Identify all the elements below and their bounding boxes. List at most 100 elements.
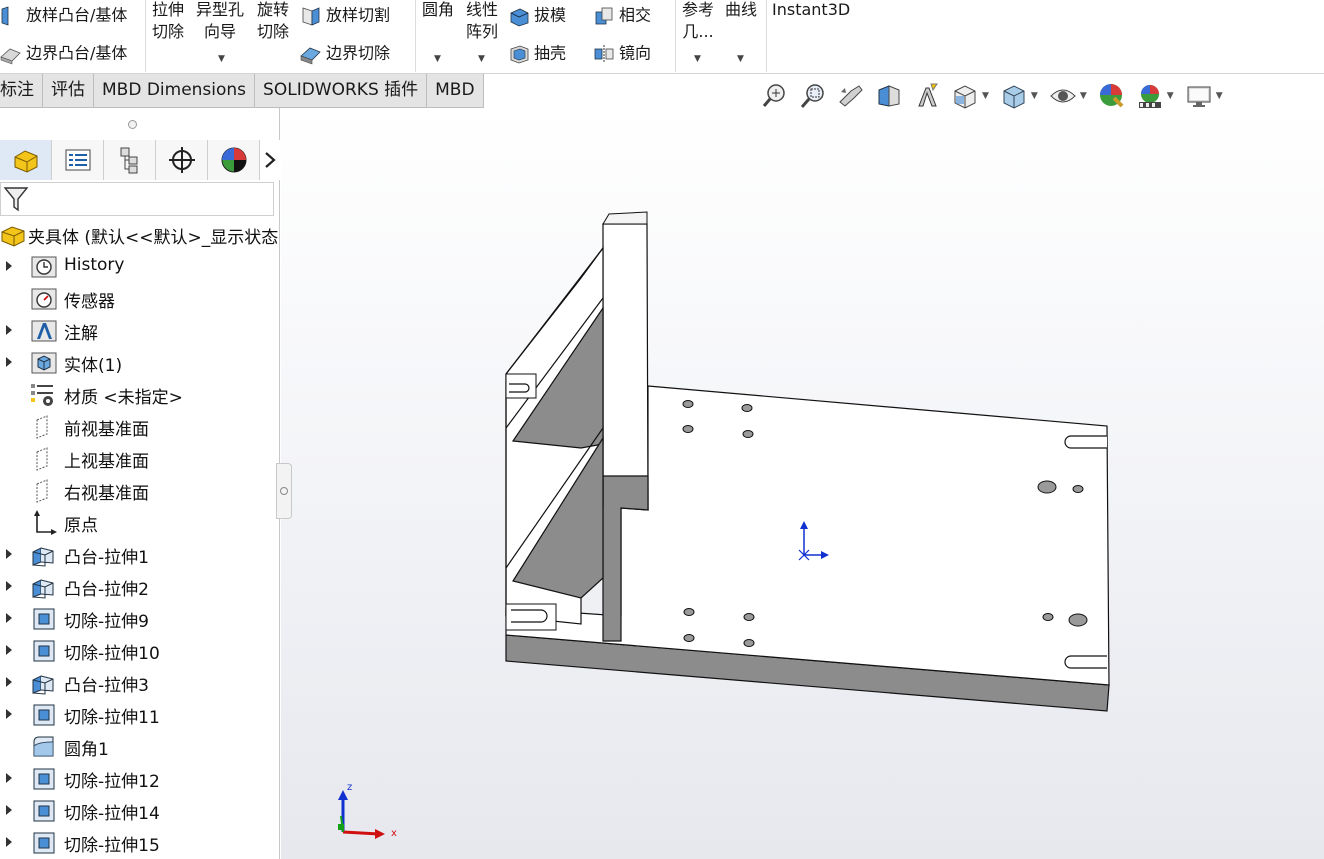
zoom-to-area-button[interactable] — [798, 81, 828, 111]
linear-pattern-dropdown-icon[interactable]: ▼ — [478, 54, 485, 64]
tree-root-part[interactable]: 夹具体 (默认<<默认>_显示状态 — [0, 218, 280, 250]
tree-item[interactable]: 实体(1) — [0, 346, 280, 378]
hole-wizard-label-2: 向导 — [204, 22, 237, 41]
intersect-button[interactable]: 相交 — [593, 5, 651, 27]
extrude-cut-label-1: 拉伸 — [152, 0, 185, 19]
curves-button[interactable]: 曲线 — [725, 0, 757, 20]
expand-arrow-icon[interactable] — [6, 581, 12, 591]
tree-item[interactable]: 前视基准面 — [0, 410, 280, 442]
tree-item[interactable]: 切除-拉伸12 — [0, 762, 280, 794]
expand-arrow-icon[interactable] — [6, 549, 12, 559]
panel-splitter-handle[interactable] — [128, 120, 137, 129]
cut-extrude-icon — [33, 704, 55, 726]
tree-item[interactable]: 传感器 — [0, 282, 280, 314]
tab-solidworks-addins[interactable]: SOLIDWORKS 插件 — [255, 74, 428, 108]
view-orientation-button[interactable] — [950, 81, 980, 111]
reference-geometry-label-1: 参考 — [682, 0, 715, 19]
section-view-button[interactable] — [874, 81, 904, 111]
display-style-dropdown-icon[interactable]: ▼ — [1031, 91, 1038, 101]
tab-displaymanager[interactable] — [208, 140, 260, 180]
tree-item[interactable]: 圆角1 — [0, 730, 280, 762]
tab-propertymanager[interactable] — [52, 140, 104, 180]
tab-featuremanager[interactable] — [0, 140, 52, 180]
apply-scene-button[interactable] — [1135, 81, 1165, 111]
dynamic-annotation-button[interactable] — [912, 81, 942, 111]
reference-geometry-button[interactable]: 参考 几... — [682, 0, 714, 42]
expand-arrow-icon[interactable] — [6, 357, 12, 367]
edit-appearance-button[interactable] — [1097, 81, 1127, 111]
tab-dimxpertmanager[interactable] — [156, 140, 208, 180]
draft-button[interactable]: 拔模 — [508, 5, 566, 27]
configuration-manager-icon — [120, 147, 137, 174]
panel-tabs-more-button[interactable] — [260, 140, 280, 180]
tab-configurationmanager[interactable] — [104, 140, 156, 180]
hole-wizard-button[interactable]: 异型孔 向导 — [196, 0, 244, 42]
boundary-boss-button[interactable]: 边界凸台/基体 — [0, 43, 127, 65]
tree-item[interactable]: 上视基准面 — [0, 442, 280, 474]
display-style-button[interactable] — [999, 81, 1029, 111]
feature-manager-panel: 夹具体 (默认<<默认>_显示状态 History 传感器 注解 实体(1) 材质 <未… — [0, 108, 292, 859]
tree-item[interactable]: 切除-拉伸15 — [0, 826, 280, 858]
boundary-boss-label: 边界凸台/基体 — [26, 43, 128, 63]
shell-button[interactable]: 抽壳 — [508, 43, 566, 65]
expand-arrow-icon[interactable] — [6, 677, 12, 687]
loft-boss-button[interactable]: 放样凸台/基体 — [0, 5, 127, 27]
tree-item[interactable]: 原点 — [0, 506, 280, 538]
fillet-button[interactable]: 圆角 — [422, 0, 454, 20]
expand-arrow-icon[interactable] — [6, 709, 12, 719]
reference-geometry-dropdown-icon[interactable]: ▼ — [694, 54, 701, 64]
expand-arrow-icon[interactable] — [6, 773, 12, 783]
tab-mbd[interactable]: MBD — [427, 74, 484, 108]
graphics-viewport[interactable]: z x — [281, 108, 1324, 859]
tree-item[interactable]: 右视基准面 — [0, 474, 280, 506]
boundary-cut-button[interactable]: 边界切除 — [300, 43, 390, 65]
zoom-to-fit-button[interactable] — [760, 81, 790, 111]
hide-show-dropdown-icon[interactable]: ▼ — [1080, 91, 1087, 101]
curves-dropdown-icon[interactable]: ▼ — [737, 54, 744, 64]
property-manager-icon — [65, 149, 90, 171]
expand-arrow-icon[interactable] — [6, 261, 12, 271]
tree-item[interactable]: 凸台-拉伸2 — [0, 570, 280, 602]
tab-markup[interactable]: 标注 — [0, 74, 43, 108]
linear-pattern-button[interactable]: 线性 阵列 — [466, 0, 498, 42]
plane-icon — [36, 447, 48, 471]
tree-item[interactable]: 凸台-拉伸1 — [0, 538, 280, 570]
view-settings-dropdown-icon[interactable]: ▼ — [1216, 91, 1223, 101]
dynamic-annotation-icon — [918, 83, 938, 107]
feature-filter-bar[interactable] — [0, 182, 274, 216]
mirror-icon — [594, 45, 614, 63]
tree-item[interactable]: History — [0, 250, 280, 282]
mirror-button[interactable]: 镜向 — [593, 43, 651, 65]
previous-view-button[interactable] — [836, 81, 866, 111]
expand-arrow-icon[interactable] — [6, 837, 12, 847]
tree-item[interactable]: 注解 — [0, 314, 280, 346]
tree-item[interactable]: 切除-拉伸9 — [0, 602, 280, 634]
tree-item[interactable]: 材质 <未指定> — [0, 378, 280, 410]
tab-mbd-dimensions[interactable]: MBD Dimensions — [94, 74, 256, 108]
revolve-cut-button[interactable]: 旋转 切除 — [257, 0, 289, 42]
tree-item[interactable]: 切除-拉伸10 — [0, 634, 280, 666]
hole-wizard-dropdown-icon[interactable]: ▼ — [218, 54, 225, 64]
apply-scene-dropdown-icon[interactable]: ▼ — [1167, 91, 1174, 101]
loft-cut-button[interactable]: 放样切割 — [300, 5, 390, 27]
tab-evaluate[interactable]: 评估 — [43, 74, 94, 108]
fixture-3d-model[interactable] — [281, 108, 1324, 859]
fillet-dropdown-icon[interactable]: ▼ — [434, 54, 441, 64]
panel-collapse-handle[interactable] — [276, 463, 292, 519]
tree-item[interactable]: 凸台-拉伸3 — [0, 666, 280, 698]
instant3d-button[interactable]: Instant3D — [772, 0, 850, 20]
expand-arrow-icon[interactable] — [6, 613, 12, 623]
fillet-label: 圆角 — [422, 0, 455, 19]
view-settings-button[interactable] — [1184, 81, 1214, 111]
tree-item[interactable]: 切除-拉伸11 — [0, 698, 280, 730]
hide-show-items-button[interactable] — [1048, 81, 1078, 111]
tree-item-label: 凸台-拉伸3 — [64, 676, 149, 696]
expand-arrow-icon[interactable] — [6, 645, 12, 655]
expand-arrow-icon[interactable] — [6, 805, 12, 815]
tree-item[interactable]: 切除-拉伸14 — [0, 794, 280, 826]
expand-arrow-icon[interactable] — [6, 325, 12, 335]
extrude-cut-button[interactable]: 拉伸 切除 — [152, 0, 184, 42]
cut-extrude-icon — [33, 832, 55, 854]
view-orientation-dropdown-icon[interactable]: ▼ — [982, 91, 989, 101]
intersect-icon — [595, 7, 613, 25]
